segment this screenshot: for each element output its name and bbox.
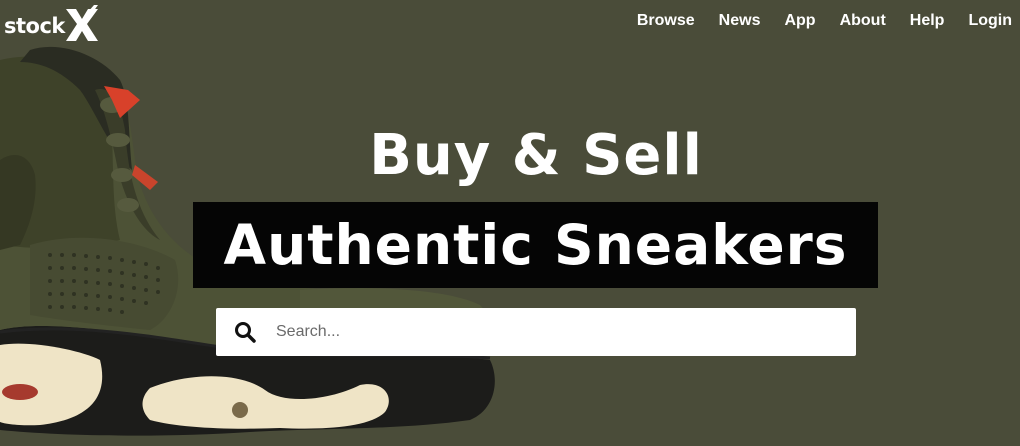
hero-headline-line1: Buy & Sell — [369, 123, 703, 188]
logo-text: stock — [4, 14, 65, 38]
nav-link-login[interactable]: Login — [968, 10, 1012, 32]
search-bar — [216, 308, 856, 356]
nav-link-about[interactable]: About — [840, 10, 886, 32]
nav-link-news[interactable]: News — [719, 10, 761, 32]
logo-x-mark-icon — [65, 5, 98, 41]
top-nav: Browse News App About Help Login — [613, 10, 1012, 32]
hero-headline-highlight: Authentic Sneakers — [193, 202, 878, 288]
nav-link-app[interactable]: App — [784, 10, 815, 32]
hero-headline-line2: Authentic Sneakers — [223, 213, 848, 277]
stockx-logo[interactable]: stock — [4, 2, 100, 46]
nav-link-browse[interactable]: Browse — [637, 10, 695, 32]
search-input[interactable] — [276, 312, 836, 352]
hero-section: stock Browse News App About Help Login B… — [0, 0, 1020, 446]
search-icon — [235, 322, 256, 343]
nav-link-help[interactable]: Help — [910, 10, 945, 32]
